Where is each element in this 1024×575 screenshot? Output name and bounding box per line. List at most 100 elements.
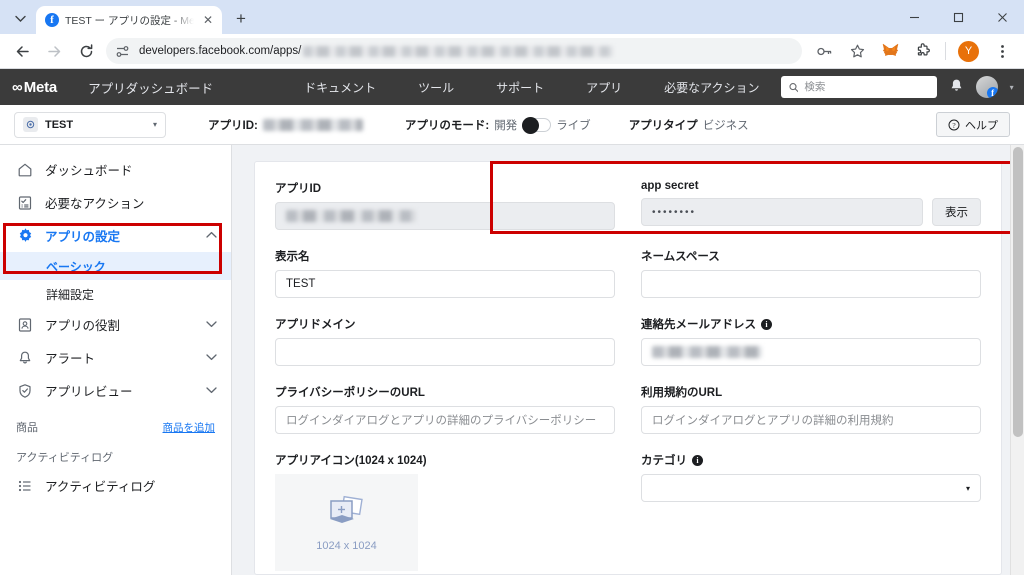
- sidebar-label-alerts: アラート: [45, 348, 195, 367]
- app-id-field-label: アプリID: [275, 180, 615, 196]
- app-icon-upload[interactable]: 1024 x 1024: [275, 474, 418, 571]
- bookmark-star-icon[interactable]: [841, 35, 873, 67]
- namespace-input[interactable]: [641, 270, 981, 298]
- show-secret-button[interactable]: 表示: [932, 198, 981, 226]
- app-type-display: アプリタイプ ビジネス: [629, 117, 749, 133]
- chevron-down-icon[interactable]: ▾: [1010, 83, 1014, 92]
- metamask-extension-icon[interactable]: [874, 35, 906, 67]
- forward-icon[interactable]: [38, 35, 70, 67]
- nav-link-tools[interactable]: ツール: [397, 79, 475, 96]
- chevron-down-icon: [206, 386, 217, 396]
- field-contact-email: 連絡先メールアドレス i: [641, 316, 981, 366]
- browser-tab[interactable]: f TEST ー アプリの設定 - Meta f ✕: [36, 6, 222, 34]
- mode-switch[interactable]: [522, 118, 551, 132]
- add-product-link[interactable]: 商品を追加: [163, 420, 216, 435]
- nav-link-support[interactable]: サポート: [475, 79, 565, 96]
- field-privacy-url: プライバシーポリシーのURL ログインダイアログとアプリの詳細のプライバシーポリ…: [275, 384, 615, 434]
- close-icon[interactable]: ✕: [200, 12, 216, 28]
- app-secret-masked-value: ••••••••: [652, 207, 696, 218]
- sidebar-item-activity-log[interactable]: アクティビティログ: [0, 469, 231, 502]
- app-icon-size-caption: 1024 x 1024: [316, 540, 377, 552]
- sidebar-item-app-settings[interactable]: アプリの設定: [0, 219, 231, 252]
- browser-toolbar: developers.facebook.com/apps/ Y: [0, 34, 1024, 69]
- sidebar-label-app-roles: アプリの役割: [45, 315, 195, 334]
- nav-link-required-actions[interactable]: 必要なアクション: [643, 79, 780, 96]
- app-domain-input[interactable]: [275, 338, 615, 366]
- contact-email-input[interactable]: [641, 338, 981, 366]
- app-icon-thumb: [23, 117, 38, 132]
- toolbar-divider: [945, 42, 946, 60]
- profile-avatar[interactable]: Y: [958, 41, 979, 62]
- sidebar-item-alerts[interactable]: アラート: [0, 341, 231, 374]
- bell-icon: [16, 349, 34, 367]
- scrollbar-thumb[interactable]: [1013, 147, 1023, 437]
- sidebar-label-required-actions: 必要なアクション: [45, 193, 217, 212]
- app-id-input[interactable]: [275, 202, 615, 230]
- nav-brand-label[interactable]: アプリダッシュボード: [88, 78, 213, 97]
- question-circle-icon: ?: [948, 119, 960, 131]
- photo-stack-icon: [323, 493, 371, 533]
- chevron-down-icon: ▾: [153, 120, 157, 129]
- checklist-icon: [16, 194, 34, 212]
- sidebar-item-advanced[interactable]: 詳細設定: [0, 280, 231, 308]
- url-visible: developers.facebook.com/apps/: [139, 45, 301, 57]
- info-icon[interactable]: i: [692, 455, 703, 466]
- app-type-value: ビジネス: [703, 117, 749, 133]
- page-scrollbar[interactable]: [1010, 145, 1024, 575]
- extensions-puzzle-icon[interactable]: [907, 35, 939, 67]
- nav-link-documents[interactable]: ドキュメント: [283, 79, 397, 96]
- minimize-icon[interactable]: [892, 0, 936, 34]
- tab-search-icon[interactable]: [7, 5, 33, 31]
- app-subheader: TEST ▾ アプリID: アプリのモード: 開発 ライブ アプリタイプ ビジネ…: [0, 105, 1024, 145]
- password-key-icon[interactable]: [808, 35, 840, 67]
- shield-check-icon: [16, 382, 34, 400]
- form-row-credentials: アプリID app secret •••••••• 表示: [275, 180, 981, 230]
- nav-search-box[interactable]: [781, 76, 937, 98]
- sidebar-item-basic[interactable]: ベーシック: [0, 252, 231, 280]
- app-id-label: アプリID:: [208, 117, 258, 133]
- sidebar-item-app-review[interactable]: アプリレビュー: [0, 374, 231, 407]
- help-button-label: ヘルプ: [965, 117, 998, 133]
- home-icon: [16, 161, 34, 179]
- chrome-menu-icon[interactable]: [986, 35, 1018, 67]
- app-mode-dev-label: 開発: [494, 117, 517, 133]
- app-mode-toggle[interactable]: アプリのモード: 開発 ライブ: [405, 117, 591, 133]
- nav-link-apps[interactable]: アプリ: [565, 79, 643, 96]
- form-row-icon-category: アプリアイコン(1024 x 1024) 1024 x 1024: [275, 452, 981, 571]
- content-area: ダッシュボード 必要なアクション アプリの設定 ベーシック 詳細設定: [0, 145, 1024, 575]
- address-bar[interactable]: developers.facebook.com/apps/: [106, 38, 802, 64]
- terms-url-input[interactable]: ログインダイアログとアプリの詳細の利用規約: [641, 406, 981, 434]
- window-close-icon[interactable]: [980, 0, 1024, 34]
- contact-email-redacted: [652, 346, 762, 358]
- display-name-input[interactable]: TEST: [275, 270, 615, 298]
- app-secret-row: •••••••• 表示: [641, 198, 981, 226]
- back-icon[interactable]: [6, 35, 38, 67]
- nav-search-input[interactable]: [804, 81, 928, 93]
- display-name-field-label: 表示名: [275, 248, 615, 264]
- site-settings-icon[interactable]: [112, 41, 132, 61]
- namespace-field-label: ネームスペース: [641, 248, 981, 264]
- sidebar-item-app-roles[interactable]: アプリの役割: [0, 308, 231, 341]
- user-avatar[interactable]: [976, 76, 998, 98]
- field-terms-url: 利用規約のURL ログインダイアログとアプリの詳細の利用規約: [641, 384, 981, 434]
- sidebar-item-dashboard[interactable]: ダッシュボード: [0, 153, 231, 186]
- sidebar-label-app-review: アプリレビュー: [45, 381, 195, 400]
- facebook-favicon: f: [45, 13, 59, 27]
- svg-text:?: ?: [952, 121, 956, 130]
- category-select[interactable]: ▾: [641, 474, 981, 502]
- app-secret-input[interactable]: ••••••••: [641, 198, 923, 226]
- new-tab-button[interactable]: +: [228, 6, 254, 32]
- sidebar-item-required-actions[interactable]: 必要なアクション: [0, 186, 231, 219]
- help-button[interactable]: ? ヘルプ: [936, 112, 1010, 137]
- field-display-name: 表示名 TEST: [275, 248, 615, 298]
- meta-logo[interactable]: ∞ Meta: [12, 79, 57, 96]
- mode-switch-knob: [522, 117, 539, 134]
- app-selector-label: TEST: [45, 119, 146, 131]
- reload-icon[interactable]: [70, 35, 102, 67]
- info-icon[interactable]: i: [761, 319, 772, 330]
- notifications-bell-icon[interactable]: [949, 78, 964, 96]
- maximize-icon[interactable]: [936, 0, 980, 34]
- privacy-url-input[interactable]: ログインダイアログとアプリの詳細のプライバシーポリシー: [275, 406, 615, 434]
- app-id-redacted: [286, 210, 416, 222]
- app-selector[interactable]: TEST ▾: [14, 112, 166, 138]
